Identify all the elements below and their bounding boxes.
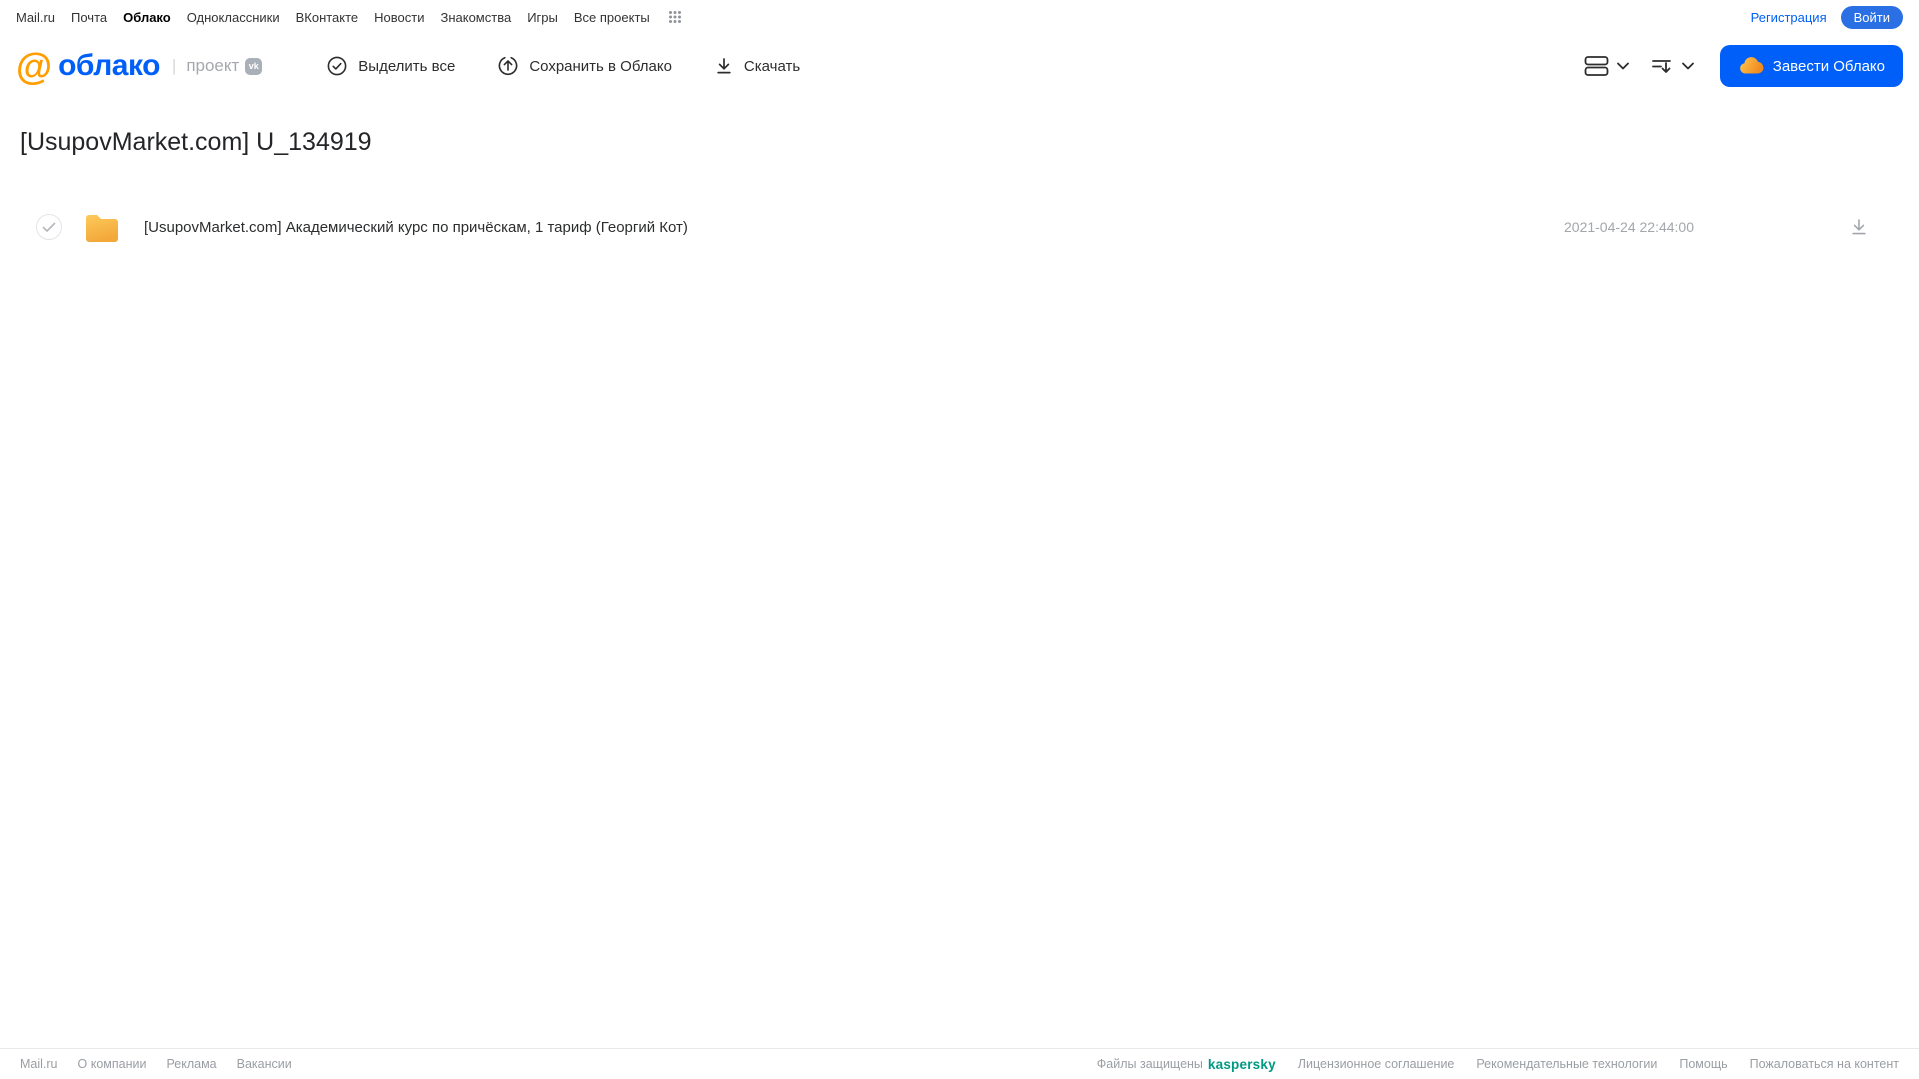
vk-badge-icon: vk	[245, 57, 263, 75]
footer-link-mailru[interactable]: Mail.ru	[20, 1057, 58, 1071]
kaspersky-logo: kaspersky	[1207, 1056, 1276, 1072]
cloud-upload-icon	[497, 55, 519, 77]
logo-separator: |	[171, 56, 177, 75]
footer-link-jobs[interactable]: Вакансии	[237, 1057, 292, 1071]
file-date: 2021-04-24 22:44:00	[1564, 219, 1694, 235]
row-download-button[interactable]	[1849, 217, 1869, 237]
logo-wordmark: облако	[58, 49, 160, 82]
save-to-cloud-button[interactable]: Сохранить в Облако	[497, 55, 672, 77]
nav-link-games[interactable]: Игры	[527, 10, 558, 25]
footer-link-ads[interactable]: Реклама	[166, 1057, 216, 1071]
file-row[interactable]: [UsupovMarket.com] Академический курс по…	[20, 199, 1899, 255]
download-icon	[714, 56, 734, 76]
download-label: Скачать	[743, 57, 801, 75]
nav-link-news[interactable]: Новости	[374, 10, 424, 25]
cloud-icon	[1738, 57, 1764, 75]
apps-grid-icon[interactable]	[668, 10, 682, 24]
logo-project-label: проект	[186, 56, 240, 75]
kaspersky-protection: Файлы защищены kaspersky	[1097, 1057, 1276, 1072]
file-name[interactable]: [UsupovMarket.com] Академический курс по…	[144, 219, 688, 236]
footer-left-links: Mail.ru О компании Реклама Вакансии	[20, 1057, 292, 1071]
file-list: [UsupovMarket.com] Академический курс по…	[20, 199, 1899, 255]
view-mode-dropdown[interactable]	[1580, 51, 1633, 81]
nav-link-dating[interactable]: Знакомства	[440, 10, 511, 25]
main-content: [UsupovMarket.com] U_134919 [UsupovMarke…	[0, 98, 1919, 1048]
page-title: [UsupovMarket.com] U_134919	[20, 128, 372, 156]
footer-link-about[interactable]: О компании	[78, 1057, 147, 1071]
save-to-cloud-label: Сохранить в Облако	[529, 57, 672, 75]
row-checkbox[interactable]	[36, 214, 62, 240]
protected-label: Файлы защищены	[1096, 1057, 1203, 1071]
folder-icon	[84, 212, 120, 242]
auth-area: Регистрация Войти	[1751, 5, 1903, 29]
sort-icon	[1651, 56, 1675, 76]
nav-link-odnoklassniki[interactable]: Одноклассники	[187, 10, 280, 25]
footer-right-links: Файлы защищены kaspersky Лицензионное со…	[1097, 1057, 1899, 1072]
nav-link-cloud[interactable]: Облако	[123, 10, 171, 25]
chevron-down-icon	[1681, 62, 1694, 70]
portal-links: Mail.ru Почта Облако Одноклассники ВКонт…	[16, 10, 682, 25]
header: @ облако | проект vk Выделить все Сохран…	[0, 34, 1919, 98]
footer: Mail.ru О компании Реклама Вакансии Файл…	[0, 1048, 1919, 1079]
top-nav: Mail.ru Почта Облако Одноклассники ВКонт…	[0, 0, 1919, 34]
download-button[interactable]: Скачать	[714, 56, 800, 76]
login-button[interactable]: Войти	[1840, 5, 1903, 29]
cloud-logo[interactable]: @ облако | проект vk	[16, 45, 263, 87]
chevron-down-icon	[1616, 62, 1629, 70]
select-all-label: Выделить все	[358, 57, 456, 75]
get-cloud-button[interactable]: Завести Облако	[1719, 45, 1903, 87]
nav-link-mailru[interactable]: Mail.ru	[16, 10, 55, 25]
nav-link-mail[interactable]: Почта	[71, 10, 107, 25]
footer-link-license[interactable]: Лицензионное соглашение	[1298, 1057, 1455, 1071]
sort-dropdown[interactable]	[1647, 52, 1698, 80]
toolbar: Выделить все Сохранить в Облако Скачать	[326, 55, 800, 77]
select-all-button[interactable]: Выделить все	[326, 55, 455, 77]
mailru-at-icon: @	[16, 45, 53, 87]
get-cloud-label: Завести Облако	[1772, 57, 1885, 75]
footer-link-report-content[interactable]: Пожаловаться на контент	[1750, 1057, 1899, 1071]
footer-link-help[interactable]: Помощь	[1679, 1057, 1727, 1071]
check-circle-icon	[326, 55, 348, 77]
footer-link-recommendation-tech[interactable]: Рекомендательные технологии	[1476, 1057, 1657, 1071]
list-view-icon	[1584, 55, 1610, 77]
nav-link-all-projects[interactable]: Все проекты	[574, 10, 650, 25]
registration-link[interactable]: Регистрация	[1751, 10, 1827, 25]
nav-link-vkontakte[interactable]: ВКонтакте	[296, 10, 359, 25]
header-controls: Завести Облако	[1580, 45, 1903, 87]
